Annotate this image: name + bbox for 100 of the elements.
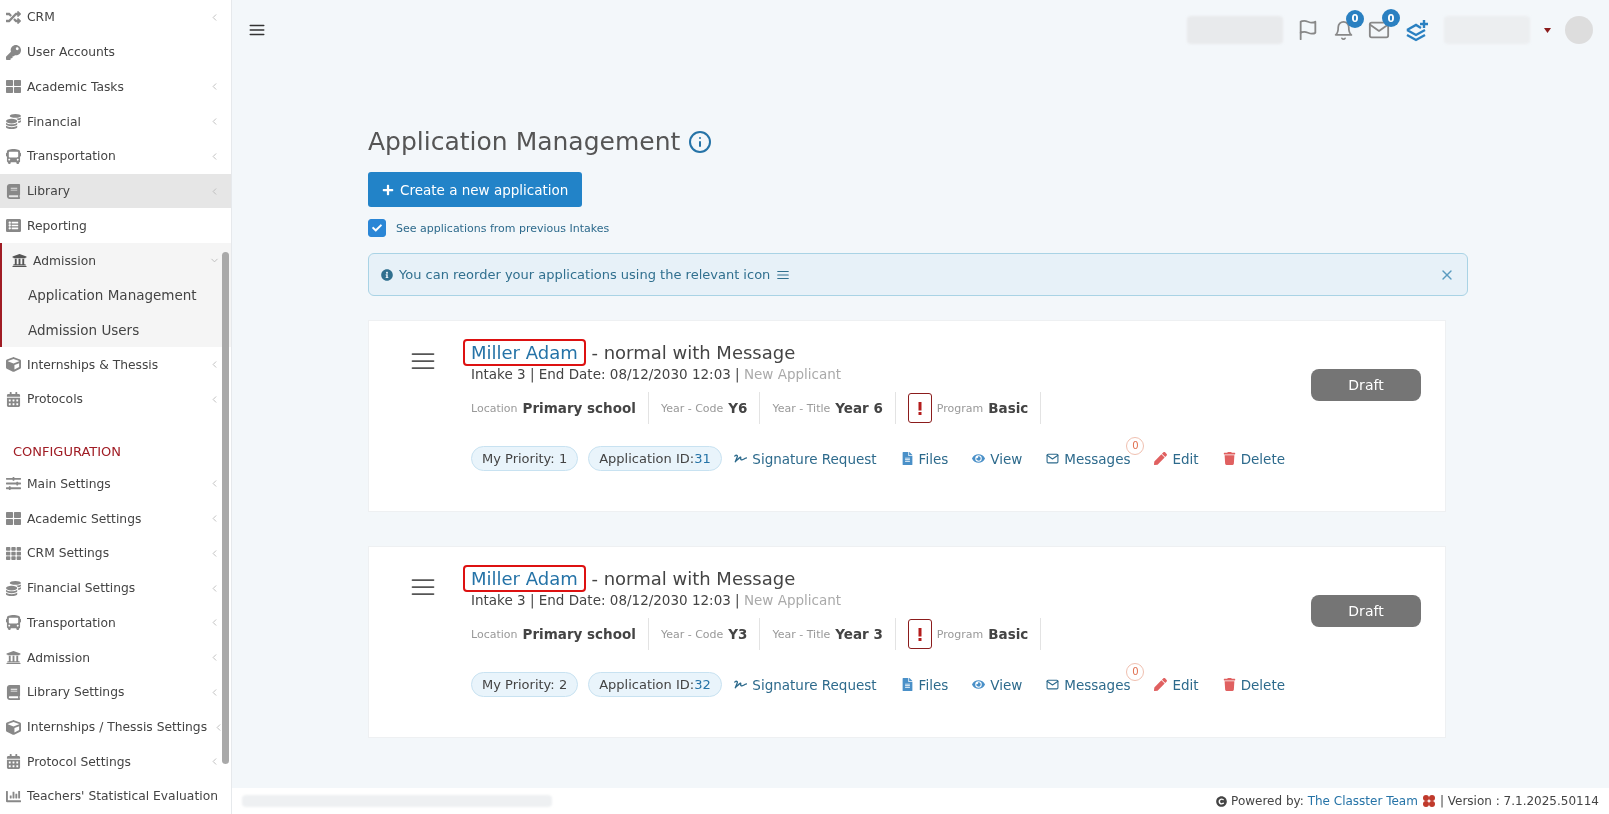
- action-link[interactable]: Edit: [1154, 450, 1199, 467]
- sidebar-item[interactable]: Financial: [0, 104, 231, 139]
- action-link[interactable]: Signature Request: [734, 450, 877, 467]
- intake-info: Intake 3 | End Date: 08/12/2030 12:03 | New Applicant: [470, 592, 843, 608]
- sidebar-item[interactable]: Financial Settings: [0, 570, 231, 606]
- field-label: Location: [471, 627, 518, 641]
- coins-icon: [6, 114, 21, 130]
- scrollbar-thumb[interactable]: [222, 252, 229, 764]
- priority-tag: My Priority: 1: [471, 446, 579, 471]
- bank-icon: [6, 650, 21, 666]
- field-value: Primary school: [522, 400, 636, 416]
- action-link[interactable]: Delete: [1222, 676, 1285, 693]
- sidebar-item[interactable]: Protocols: [0, 382, 231, 417]
- message-badge: 0: [1382, 9, 1400, 27]
- field-value: Year 6: [835, 400, 883, 416]
- books-icon: [6, 183, 21, 199]
- sidebar-item[interactable]: Academic Settings: [0, 501, 231, 536]
- field-label: Program: [936, 401, 984, 415]
- applicant-name-link[interactable]: Miller Adam: [463, 565, 586, 592]
- field-label: Year - Title: [772, 401, 831, 415]
- field-label: Year - Code: [660, 401, 724, 415]
- alert-text: You can reorder your applications using the relevant icon: [399, 267, 771, 282]
- check-icon: [372, 223, 382, 233]
- application-id-tag: Application ID:32: [588, 672, 722, 697]
- field-value: Basic: [988, 400, 1029, 416]
- checkbox[interactable]: [368, 219, 386, 237]
- field-value: Y6: [728, 400, 748, 416]
- sidebar-item[interactable]: Protocol Settings: [0, 744, 231, 780]
- application-title: - normal with Message: [590, 342, 796, 363]
- bell-icon[interactable]: [1333, 19, 1354, 41]
- logo-icon: [1421, 794, 1436, 808]
- sidebar-item[interactable]: Library: [0, 173, 231, 209]
- sidebar-item[interactable]: Admission: [0, 640, 231, 675]
- trash-icon: [1222, 678, 1236, 691]
- flag-icon[interactable]: [1297, 19, 1319, 41]
- sidebar-item[interactable]: Admission: [0, 243, 231, 278]
- action-link[interactable]: Files: [900, 450, 949, 467]
- create-application-button[interactable]: Create a new application: [368, 172, 583, 207]
- trash-icon: [1222, 452, 1236, 465]
- envelope-icon: [1046, 678, 1060, 691]
- cube-icon: [6, 719, 21, 735]
- sidebar-item[interactable]: CRM Settings: [0, 535, 231, 571]
- shuffle-icon: [6, 9, 21, 25]
- sidebar-item[interactable]: CRM: [0, 0, 231, 35]
- action-link[interactable]: View: [972, 450, 1023, 467]
- calendar-icon: [6, 754, 21, 770]
- application-id-tag: Application ID:31: [588, 446, 722, 471]
- key-icon: [6, 44, 21, 60]
- sidebar-item[interactable]: Transportation: [0, 138, 231, 174]
- coins-icon: [6, 580, 21, 596]
- sidebar-item[interactable]: User Accounts: [0, 34, 231, 70]
- message-count-badge: 0: [1126, 436, 1145, 455]
- bus-icon: [6, 615, 21, 631]
- field-label: Program: [936, 627, 984, 641]
- field-value: Basic: [988, 626, 1029, 642]
- pencil-icon: [1154, 678, 1168, 691]
- copyright-icon: [1216, 795, 1228, 807]
- sidebar-item[interactable]: Reporting: [0, 208, 231, 244]
- application-title: - normal with Message: [590, 568, 796, 589]
- action-link[interactable]: Files: [900, 676, 949, 693]
- version-text: | Version : 7.1.2025.50114: [1439, 794, 1599, 808]
- grid-icon: [6, 79, 21, 95]
- priority-tag: My Priority: 2: [471, 672, 579, 697]
- bank-icon: [12, 253, 27, 268]
- team-link[interactable]: The Classter Team: [1307, 794, 1418, 808]
- list-icon: [6, 218, 21, 234]
- sidebar-item[interactable]: Main Settings: [0, 466, 231, 502]
- signature-icon: [734, 678, 748, 691]
- sidebar-item[interactable]: Transportation: [0, 605, 231, 641]
- action-link[interactable]: Delete: [1222, 450, 1285, 467]
- status-badge: Draft: [1311, 369, 1421, 401]
- sidebar-subitem[interactable]: Admission Users: [0, 312, 231, 348]
- caret-icon[interactable]: [1544, 27, 1551, 33]
- checkbox-label: See applications from previous Intakes: [396, 221, 610, 235]
- action-link[interactable]: Signature Request: [734, 676, 877, 693]
- plus-icon: [382, 183, 394, 196]
- applicant-name-link[interactable]: Miller Adam: [463, 339, 586, 366]
- eye-icon: [972, 452, 986, 465]
- section-title: CONFIGURATION: [12, 442, 123, 461]
- sidebar-item[interactable]: Teachers' Statistical Evaluation: [0, 779, 231, 814]
- sidebar-item[interactable]: Internships / Thessis Settings: [0, 709, 231, 745]
- envelope-icon[interactable]: [1368, 19, 1390, 41]
- field-value: Year 3: [835, 626, 883, 642]
- message-count-badge: 0: [1126, 662, 1145, 681]
- layers-plus-icon[interactable]: [1404, 18, 1430, 42]
- grid-icon: [6, 511, 21, 527]
- info-icon: [688, 129, 713, 154]
- action-link[interactable]: View: [972, 676, 1023, 693]
- sidebar-item[interactable]: Library Settings: [0, 674, 231, 710]
- sidebar-item[interactable]: Internships & Thessis: [0, 347, 231, 383]
- field-value: Y3: [728, 626, 748, 642]
- sidebar-subitem[interactable]: Application Management: [0, 277, 231, 313]
- page-title: Application Management: [368, 127, 681, 156]
- status-badge: Draft: [1311, 595, 1421, 627]
- info-icon: [381, 268, 393, 281]
- field-label: Year - Title: [772, 627, 831, 641]
- chart-icon: [6, 788, 21, 804]
- intake-info: Intake 3 | End Date: 08/12/2030 12:03 | New Applicant: [470, 366, 843, 382]
- action-link[interactable]: Edit: [1154, 676, 1199, 693]
- sidebar-item[interactable]: Academic Tasks: [0, 69, 231, 105]
